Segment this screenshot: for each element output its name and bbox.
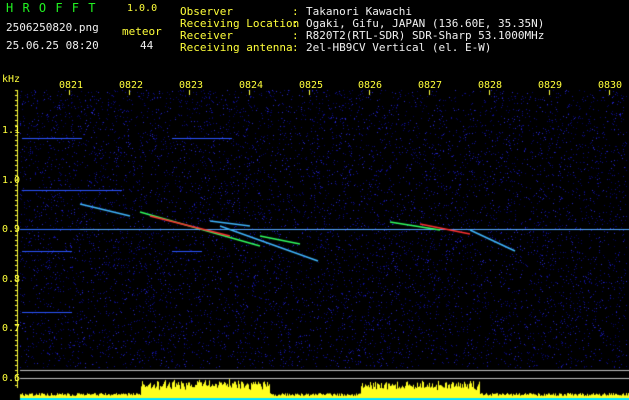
time-tick-label: 0823 (179, 80, 204, 91)
info-value-antenna: 2el-HB9CV Vertical (el. E-W) (306, 41, 492, 54)
datetime: 25.06.25 08:20 (6, 39, 99, 52)
time-tick-label: 0830 (598, 80, 623, 91)
meteor-label: meteor (122, 25, 162, 38)
app-version: 1.0.0 (127, 3, 158, 14)
time-tick-label: 0827 (418, 80, 443, 91)
freq-tick-label: 1.1 (2, 125, 21, 136)
info-label-antenna: Receiving antenna (180, 41, 293, 54)
time-tick-label: 0824 (239, 80, 264, 91)
time-tick-label: 0828 (478, 80, 503, 91)
hrofft-window: H R O F F T 1.0.0 2506250820.png meteor … (0, 0, 629, 400)
freq-tick-label: 0.6 (2, 373, 21, 384)
time-tick-label: 0825 (299, 80, 324, 91)
file-name: 2506250820.png (6, 21, 99, 34)
meteor-count: 44 (140, 39, 154, 52)
time-tick-label: 0822 (119, 80, 144, 91)
freq-tick-label: 0.8 (2, 274, 21, 285)
time-tick-label: 0829 (538, 80, 563, 91)
freq-tick-label: 1.0 (2, 175, 21, 186)
freq-unit-label: kHz (2, 74, 21, 85)
info-sep: : (292, 41, 299, 54)
time-tick-label: 0821 (59, 80, 84, 91)
spectrogram (0, 76, 629, 400)
freq-tick-label: 0.9 (2, 224, 21, 235)
time-tick-label: 0826 (358, 80, 383, 91)
freq-tick-label: 0.7 (2, 323, 21, 334)
app-name: H R O F F T (6, 1, 97, 15)
